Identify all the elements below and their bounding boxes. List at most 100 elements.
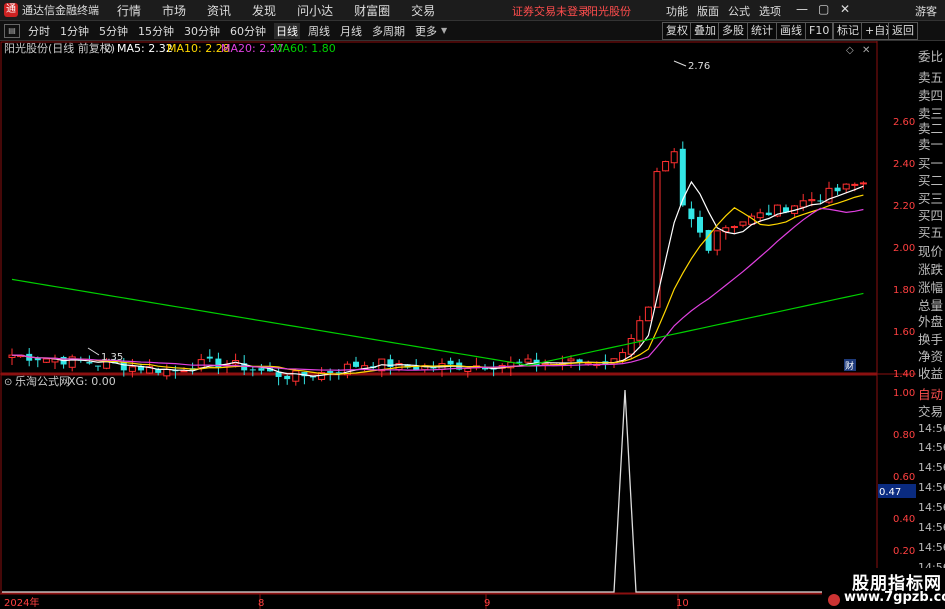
stats-button[interactable]: 统计 bbox=[747, 22, 777, 40]
period-1min[interactable]: 1分钟 bbox=[58, 23, 91, 39]
app-logo-icon: 通 bbox=[4, 3, 18, 17]
sub-y-tick: 0.80 bbox=[893, 430, 915, 441]
side-item[interactable]: 卖四 bbox=[918, 85, 943, 104]
kline-chart[interactable]: 阳光股份(日线 前复权) ⊙ MA5: 2.32 MA10: 2.28 MA20… bbox=[0, 41, 916, 609]
candle-body bbox=[713, 230, 721, 251]
sub-settings-icon[interactable]: ⊙ bbox=[4, 377, 12, 388]
sub-y-tick: 0.60 bbox=[893, 472, 915, 483]
top-menu-bar: 通 通达信金融终端 行情 市场 资讯 发现 问小达 财富圈 交易 证券交易未登录… bbox=[0, 0, 945, 21]
close-icon[interactable]: ✕ bbox=[840, 2, 850, 16]
side-item[interactable]: 委比 bbox=[918, 46, 943, 65]
period-multi[interactable]: 多周期 bbox=[370, 23, 407, 39]
app-title: 通达信金融终端 bbox=[22, 4, 99, 17]
period-60min[interactable]: 60分钟 bbox=[228, 23, 268, 39]
low-pointer-line bbox=[87, 347, 100, 356]
side-item[interactable]: 买二 bbox=[918, 170, 943, 189]
candle-body bbox=[128, 366, 136, 372]
side-item[interactable]: 卖五 bbox=[918, 67, 943, 86]
menu-wenxiaoda[interactable]: 问小达 bbox=[297, 2, 333, 19]
period-15min[interactable]: 15分钟 bbox=[136, 23, 176, 39]
candle-body bbox=[670, 151, 678, 164]
menu-banmian[interactable]: 版面 bbox=[697, 3, 719, 19]
candle-body bbox=[817, 200, 824, 202]
main-y-axis: 2.60 2.40 2.20 2.00 1.80 1.60 1.40 bbox=[893, 117, 915, 380]
period-more[interactable]: 更多 bbox=[413, 23, 439, 39]
restore-icon[interactable]: ▢ bbox=[818, 2, 829, 16]
side-item[interactable]: 买五 bbox=[918, 222, 943, 241]
candle-body bbox=[163, 368, 171, 377]
sub-chart-title: 乐淘公式网 bbox=[15, 375, 70, 388]
candle-body bbox=[335, 372, 342, 374]
side-item[interactable]: 外盘 bbox=[918, 311, 943, 330]
candle-body bbox=[688, 208, 695, 220]
current-value-text: 0.47 bbox=[879, 487, 901, 498]
candle-body bbox=[859, 182, 867, 185]
more-dropdown-icon[interactable]: ▼ bbox=[441, 26, 447, 35]
candle-body bbox=[567, 358, 575, 362]
candle-body bbox=[524, 358, 532, 363]
side-item[interactable]: 涨跌 bbox=[918, 259, 943, 278]
chart-close-icon[interactable]: ✕ bbox=[862, 45, 870, 56]
layout-toggle-icon[interactable]: ▤ bbox=[4, 23, 20, 38]
side-item[interactable]: 卖一 bbox=[918, 134, 943, 153]
period-30min[interactable]: 30分钟 bbox=[182, 23, 222, 39]
high-pointer-line bbox=[673, 60, 687, 67]
menu-caifuquan[interactable]: 财富圈 bbox=[354, 2, 390, 19]
menu-zixun[interactable]: 资讯 bbox=[207, 2, 231, 19]
menu-jiaoyi[interactable]: 交易 bbox=[411, 2, 435, 19]
candle-body bbox=[249, 369, 256, 371]
overlay-button[interactable]: 叠加 bbox=[690, 22, 720, 40]
chart-diamond-icon[interactable]: ◇ bbox=[846, 45, 854, 56]
candle-body bbox=[447, 360, 454, 365]
candle-body bbox=[662, 161, 670, 172]
menu-gongneng[interactable]: 功能 bbox=[666, 3, 688, 19]
fuquan-button[interactable]: 复权 bbox=[662, 22, 692, 40]
menu-faxian[interactable]: 发现 bbox=[252, 2, 276, 19]
draw-line-button[interactable]: 画线 bbox=[776, 22, 806, 40]
x-label: 2024年 bbox=[4, 596, 39, 609]
candle-body bbox=[697, 216, 703, 233]
side-item: 14:56 bbox=[918, 521, 945, 534]
multi-stock-button[interactable]: 多股 bbox=[718, 22, 748, 40]
period-monthly[interactable]: 月线 bbox=[338, 23, 364, 39]
side-item: 14:56 bbox=[918, 461, 945, 474]
f10-button[interactable]: F10 bbox=[805, 22, 834, 40]
candle-body bbox=[834, 187, 841, 192]
stock-terminal-window: 通 通达信金融终端 行情 市场 资讯 发现 问小达 财富圈 交易 证券交易未登录… bbox=[0, 0, 945, 609]
period-weekly[interactable]: 周线 bbox=[306, 23, 332, 39]
low-price-label: 1.35 bbox=[101, 352, 123, 363]
period-fenshi[interactable]: 分时 bbox=[26, 23, 52, 39]
mark-button[interactable]: 标记 bbox=[833, 22, 863, 40]
period-daily[interactable]: 日线 bbox=[274, 22, 300, 39]
main-chart-title: 阳光股份(日线 前复权) bbox=[4, 41, 115, 55]
minimize-icon[interactable]: — bbox=[796, 2, 808, 16]
main-chart-frame bbox=[0, 41, 878, 374]
candlestick-series bbox=[8, 141, 867, 386]
trade-login-warning[interactable]: 证券交易未登录 bbox=[512, 3, 589, 19]
menu-xuanxiang[interactable]: 选项 bbox=[759, 3, 781, 19]
guest-user-label[interactable]: 游客 bbox=[915, 3, 937, 19]
menu-shichang[interactable]: 市场 bbox=[162, 2, 186, 19]
side-item[interactable]: 收益 bbox=[918, 363, 943, 382]
menu-hangqing[interactable]: 行情 bbox=[117, 2, 141, 19]
side-item[interactable]: 现价 bbox=[918, 241, 943, 260]
side-item: 14:56 bbox=[918, 441, 945, 454]
stock-name-link[interactable]: 阳光股份 bbox=[587, 3, 631, 19]
candle-body bbox=[799, 200, 807, 208]
side-item: 14:56 bbox=[918, 501, 945, 514]
side-item[interactable]: 涨幅 bbox=[918, 277, 943, 296]
y-tick: 2.20 bbox=[893, 201, 915, 212]
sub-chart-frame bbox=[0, 374, 878, 594]
x-label: 9 bbox=[484, 598, 490, 609]
candle-body bbox=[464, 367, 472, 372]
side-item[interactable]: 交易 bbox=[918, 401, 943, 420]
sub-y-tick: 0.40 bbox=[893, 514, 915, 525]
menu-gongshi[interactable]: 公式 bbox=[728, 3, 750, 19]
ma-settings-icon[interactable]: ⊙ bbox=[104, 42, 113, 55]
candle-body bbox=[258, 368, 265, 371]
candle-body bbox=[636, 320, 644, 341]
back-button[interactable]: 返回 bbox=[888, 22, 918, 40]
candle-body bbox=[284, 375, 291, 380]
period-5min[interactable]: 5分钟 bbox=[97, 23, 130, 39]
site-watermark: 股朋指标网 www.7gpzb.com bbox=[822, 568, 945, 609]
